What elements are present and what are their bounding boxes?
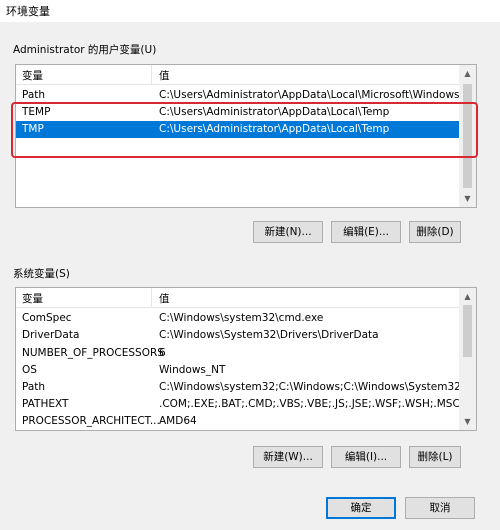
column-header-variable[interactable]: 变量 (22, 68, 43, 83)
user-vars-list-header: 变量 值 (16, 65, 476, 85)
scroll-down-arrow-icon[interactable]: ▼ (459, 190, 476, 207)
user-vars-group-label: Administrator 的用户变量(U) (13, 44, 157, 56)
user-delete-button[interactable]: 删除(D) (409, 221, 461, 243)
annotation-highlight-box (11, 102, 478, 158)
scroll-up-arrow-icon[interactable]: ▲ (459, 288, 476, 305)
var-value: C:\Windows\system32;C:\Windows;C:\Window… (159, 381, 477, 393)
title-bar: 环境变量 (0, 0, 500, 22)
var-name: DriverData (22, 329, 80, 341)
sys-var-row-driverdata[interactable]: DriverData C:\Windows\System32\Drivers\D… (16, 327, 461, 344)
window-title: 环境变量 (6, 5, 50, 18)
sys-var-row-path[interactable]: Path C:\Windows\system32;C:\Windows;C:\W… (16, 379, 476, 396)
cancel-button[interactable]: 取消 (405, 497, 475, 519)
scroll-down-arrow-icon[interactable]: ▼ (459, 413, 476, 430)
var-name: ComSpec (22, 312, 72, 324)
var-name: Path (22, 381, 46, 393)
var-name: OS (22, 364, 37, 376)
var-value: C:\Windows\System32\Drivers\DriverData (159, 329, 379, 341)
column-separator[interactable] (151, 65, 152, 84)
var-name: PROCESSOR_ARCHITECT... (22, 415, 160, 427)
var-value: 6 (159, 347, 166, 359)
ok-button[interactable]: 确定 (326, 497, 396, 519)
user-new-button[interactable]: 新建(N)... (253, 221, 323, 243)
sys-var-row-os[interactable]: OS Windows_NT (16, 362, 461, 379)
sys-vars-group-label: 系统变量(S) (13, 268, 70, 280)
user-edit-button[interactable]: 编辑(E)... (331, 221, 401, 243)
sys-var-row-pathext[interactable]: PATHEXT .COM;.EXE;.BAT;.CMD;.VBS;.VBE;.J… (16, 396, 461, 413)
scroll-up-arrow-icon[interactable]: ▲ (459, 65, 476, 82)
scroll-thumb[interactable] (463, 305, 472, 357)
sys-delete-button[interactable]: 删除(L) (409, 446, 461, 468)
var-value: AMD64 (159, 415, 197, 427)
sys-vars-list[interactable]: 变量 值 ComSpec C:\Windows\system32\cmd.exe… (15, 287, 477, 431)
column-header-variable[interactable]: 变量 (22, 291, 43, 306)
var-value: .COM;.EXE;.BAT;.CMD;.VBS;.VBE;.JS;.JSE;.… (159, 398, 460, 410)
sys-new-button[interactable]: 新建(W)... (253, 446, 323, 468)
column-header-value[interactable]: 值 (159, 68, 170, 83)
var-name: PATHEXT (22, 398, 69, 410)
sys-var-row-number-of-processors[interactable]: NUMBER_OF_PROCESSORS 6 (16, 345, 461, 362)
sys-vars-scrollbar[interactable]: ▲ ▼ (459, 288, 476, 430)
var-value: Windows_NT (159, 364, 226, 376)
column-separator[interactable] (151, 288, 152, 307)
column-header-value[interactable]: 值 (159, 291, 170, 306)
var-name: NUMBER_OF_PROCESSORS (22, 347, 164, 359)
sys-vars-list-header: 变量 值 (16, 288, 476, 308)
sys-edit-button[interactable]: 编辑(I)... (331, 446, 401, 468)
var-value: C:\Windows\system32\cmd.exe (159, 312, 324, 324)
sys-var-row-comspec[interactable]: ComSpec C:\Windows\system32\cmd.exe (16, 310, 461, 327)
sys-var-row-processor-architecture[interactable]: PROCESSOR_ARCHITECT... AMD64 (16, 413, 461, 430)
